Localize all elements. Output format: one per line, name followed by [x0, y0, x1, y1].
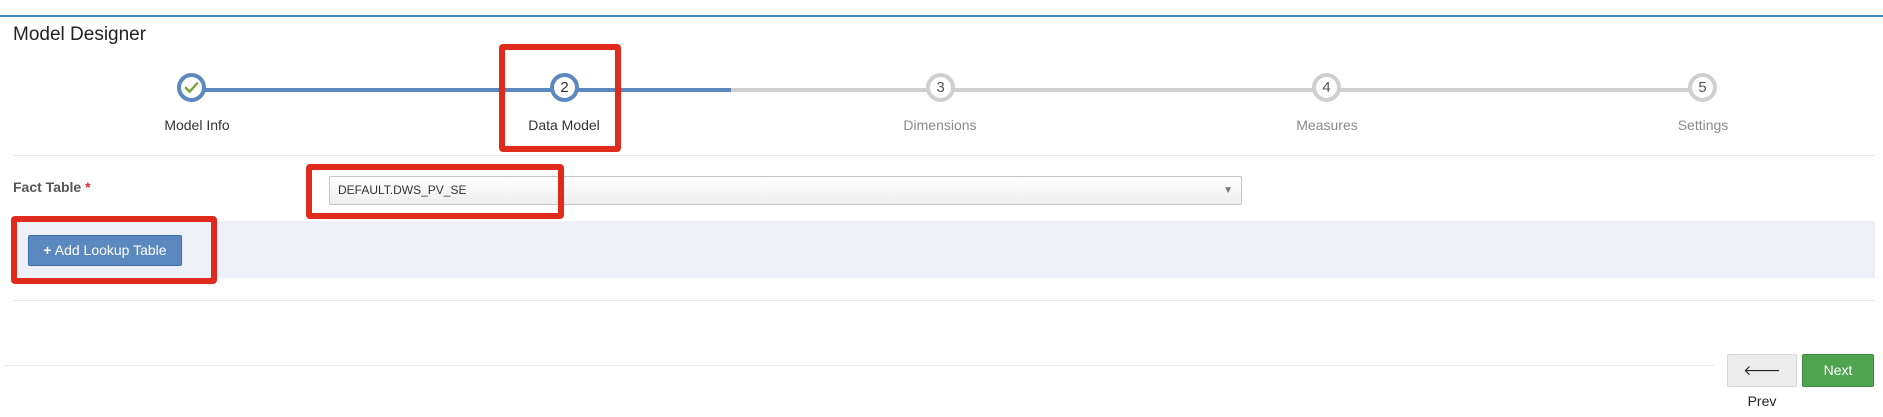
- next-button[interactable]: Next 🡒: [1802, 354, 1874, 409]
- arrow-left-icon: 🡐: [1743, 362, 1781, 378]
- wizard-step-1-circle[interactable]: [177, 73, 206, 102]
- top-border: [0, 15, 1883, 17]
- wizard-progress-remaining: [731, 88, 1691, 92]
- lookup-tables-panel: [13, 221, 1875, 278]
- wizard-step-4-label[interactable]: Measures: [1247, 117, 1407, 133]
- wizard-progress-completed: [192, 88, 731, 92]
- next-label: Next: [1823, 362, 1853, 378]
- arrow-right-icon: 🡒: [1819, 393, 1857, 409]
- fact-table-selected-value: DEFAULT.DWS_PV_SE: [338, 183, 467, 197]
- wizard-step-2-circle[interactable]: 2: [550, 73, 579, 102]
- wizard-step-5-label[interactable]: Settings: [1623, 117, 1783, 133]
- prev-button[interactable]: 🡐 Prev: [1727, 354, 1797, 409]
- divider: [13, 300, 1875, 301]
- required-marker: *: [85, 179, 91, 195]
- wizard-step-5-circle[interactable]: 5: [1688, 73, 1717, 102]
- chevron-down-icon: ▼: [1223, 185, 1233, 196]
- wizard-step-3-label[interactable]: Dimensions: [860, 117, 1020, 133]
- prev-label: Prev: [1747, 393, 1777, 409]
- fact-table-label: Fact Table *: [13, 179, 91, 195]
- fact-table-label-text: Fact Table: [13, 179, 82, 195]
- bottom-divider: [4, 365, 1714, 366]
- wizard-step-3-circle[interactable]: 3: [926, 73, 955, 102]
- plus-icon: +: [43, 242, 52, 258]
- check-icon: [184, 81, 199, 93]
- add-lookup-table-button[interactable]: + Add Lookup Table: [28, 235, 182, 266]
- page-title: Model Designer: [13, 24, 147, 45]
- fact-table-select[interactable]: DEFAULT.DWS_PV_SE ▼: [329, 176, 1242, 205]
- wizard-step-4-circle[interactable]: 4: [1312, 73, 1341, 102]
- wizard-step-1-label[interactable]: Model Info: [117, 117, 277, 133]
- add-lookup-table-label: Add Lookup Table: [54, 242, 167, 258]
- wizard-step-2-label[interactable]: Data Model: [484, 117, 644, 133]
- divider: [13, 155, 1875, 156]
